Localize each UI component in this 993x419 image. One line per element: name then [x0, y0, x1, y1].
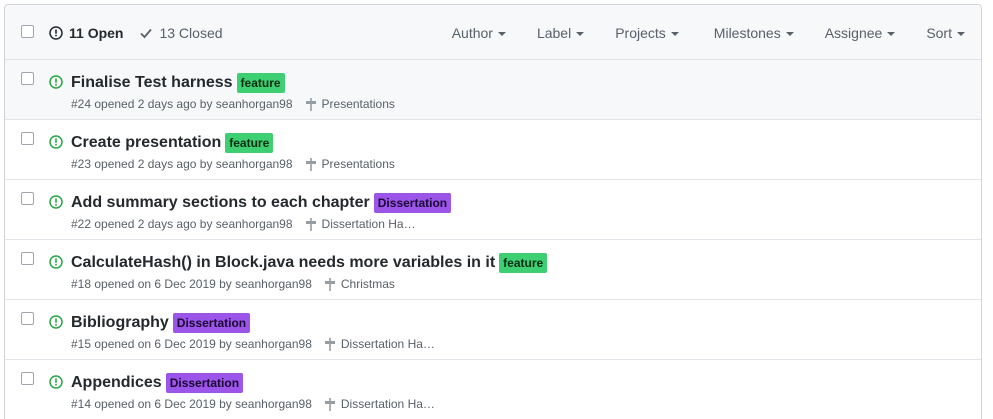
issue-title-link[interactable]: CalculateHash() in Block.java needs more… — [71, 254, 495, 272]
issue-title-link[interactable]: Create presentation — [71, 134, 221, 152]
issue-opened-icon — [49, 135, 63, 149]
issue-checkbox[interactable] — [21, 372, 34, 385]
issue-title-link[interactable]: Appendices — [71, 374, 162, 392]
filter-bar: Author Label Projects Milestones Assigne… — [452, 5, 981, 60]
issue-opened-icon — [49, 195, 63, 209]
issue-opened-icon — [49, 25, 63, 40]
select-all-checkbox[interactable] — [21, 25, 34, 38]
milestones-filter[interactable]: Milestones — [714, 25, 794, 41]
closed-issues-link[interactable]: 13 Closed — [139, 24, 223, 41]
milestone-link[interactable]: Dissertation Ha… — [305, 217, 416, 231]
issue-row[interactable]: Bibliography Dissertation #15 opened on … — [5, 300, 981, 360]
issue-meta: #22 opened 2 days ago by seanhorgan98 — [71, 217, 293, 231]
issue-label[interactable]: feature — [236, 73, 285, 93]
issue-label[interactable]: Dissertation — [373, 193, 452, 213]
label-filter[interactable]: Label — [536, 24, 585, 41]
issues-list: 11 Open 13 Closed Author Label Projects … — [4, 4, 982, 419]
issues-header: 11 Open 13 Closed Author Label Projects … — [5, 5, 981, 60]
caret-down-icon — [887, 31, 896, 36]
milestone-icon — [324, 337, 335, 351]
author-filter[interactable]: Author — [452, 25, 506, 41]
milestone-link[interactable]: Presentations — [305, 97, 395, 111]
assignee-filter[interactable]: Assignee — [825, 25, 896, 41]
issue-opened-icon — [49, 375, 63, 389]
milestone-icon — [305, 217, 316, 231]
issue-checkbox[interactable] — [21, 132, 34, 145]
caret-down-icon — [576, 31, 585, 36]
milestone-name: Dissertation Ha… — [340, 397, 435, 411]
assignee-filter-label: Assignee — [824, 24, 883, 41]
milestone-icon — [305, 97, 316, 111]
issue-checkbox[interactable] — [21, 252, 34, 265]
issue-label[interactable]: Dissertation — [172, 313, 251, 333]
milestone-link[interactable]: Dissertation Ha… — [324, 397, 435, 411]
issue-row[interactable]: Appendices Dissertation #14 opened on 6 … — [5, 360, 981, 419]
issue-checkbox[interactable] — [21, 312, 34, 325]
label-filter-label: Label — [536, 24, 572, 41]
caret-down-icon — [670, 31, 679, 36]
state-toggle: 11 Open 13 Closed — [49, 5, 223, 60]
issue-checkbox[interactable] — [21, 192, 34, 205]
sort-filter-label: Sort — [926, 24, 952, 41]
sort-filter[interactable]: Sort — [926, 25, 965, 41]
issue-meta: #14 opened on 6 Dec 2019 by seanhorgan98 — [71, 397, 312, 411]
issue-title-link[interactable]: Add summary sections to each chapter — [71, 194, 370, 212]
milestone-name: Dissertation Ha… — [321, 217, 416, 231]
issue-row[interactable]: Create presentation feature #23 opened 2… — [5, 120, 981, 180]
issue-row[interactable]: Finalise Test harness feature #24 opened… — [5, 60, 981, 120]
milestone-link[interactable]: Christmas — [324, 277, 395, 291]
issue-checkbox[interactable] — [21, 72, 34, 85]
issue-label[interactable]: feature — [499, 253, 548, 273]
issue-title-link[interactable]: Finalise Test harness — [71, 74, 233, 92]
issue-row[interactable]: CalculateHash() in Block.java needs more… — [5, 240, 981, 300]
projects-filter[interactable]: Projects — [615, 25, 679, 41]
open-count: 11 Open — [69, 24, 124, 41]
milestone-icon — [324, 397, 335, 411]
issue-opened-icon — [49, 315, 63, 329]
issue-label[interactable]: Dissertation — [165, 373, 244, 393]
issue-meta: #23 opened 2 days ago by seanhorgan98 — [71, 157, 293, 171]
issue-opened-icon — [49, 255, 63, 269]
issue-meta: #18 opened on 6 Dec 2019 by seanhorgan98 — [71, 277, 312, 291]
issue-meta: #15 opened on 6 Dec 2019 by seanhorgan98 — [71, 337, 312, 351]
closed-count: 13 Closed — [159, 24, 223, 41]
milestone-link[interactable]: Presentations — [305, 157, 395, 171]
issue-title-link[interactable]: Bibliography — [71, 314, 169, 332]
projects-filter-label: Projects — [615, 24, 666, 41]
author-filter-label: Author — [451, 24, 493, 41]
milestones-filter-label: Milestones — [713, 24, 781, 41]
issue-meta: #24 opened 2 days ago by seanhorgan98 — [71, 97, 293, 111]
milestone-name: Presentations — [321, 157, 395, 171]
milestone-name: Presentations — [321, 97, 395, 111]
caret-down-icon — [785, 31, 794, 36]
milestone-icon — [324, 277, 335, 291]
milestone-name: Dissertation Ha… — [340, 337, 435, 351]
check-icon — [140, 28, 153, 38]
open-issues-link[interactable]: 11 Open — [49, 25, 123, 41]
caret-down-icon — [497, 31, 506, 36]
milestone-name: Christmas — [340, 277, 395, 291]
milestone-icon — [305, 157, 316, 171]
issue-row[interactable]: Add summary sections to each chapter Dis… — [5, 180, 981, 240]
issue-label[interactable]: feature — [225, 133, 274, 153]
milestone-link[interactable]: Dissertation Ha… — [324, 337, 435, 351]
issue-opened-icon — [49, 75, 63, 89]
caret-down-icon — [957, 31, 965, 36]
